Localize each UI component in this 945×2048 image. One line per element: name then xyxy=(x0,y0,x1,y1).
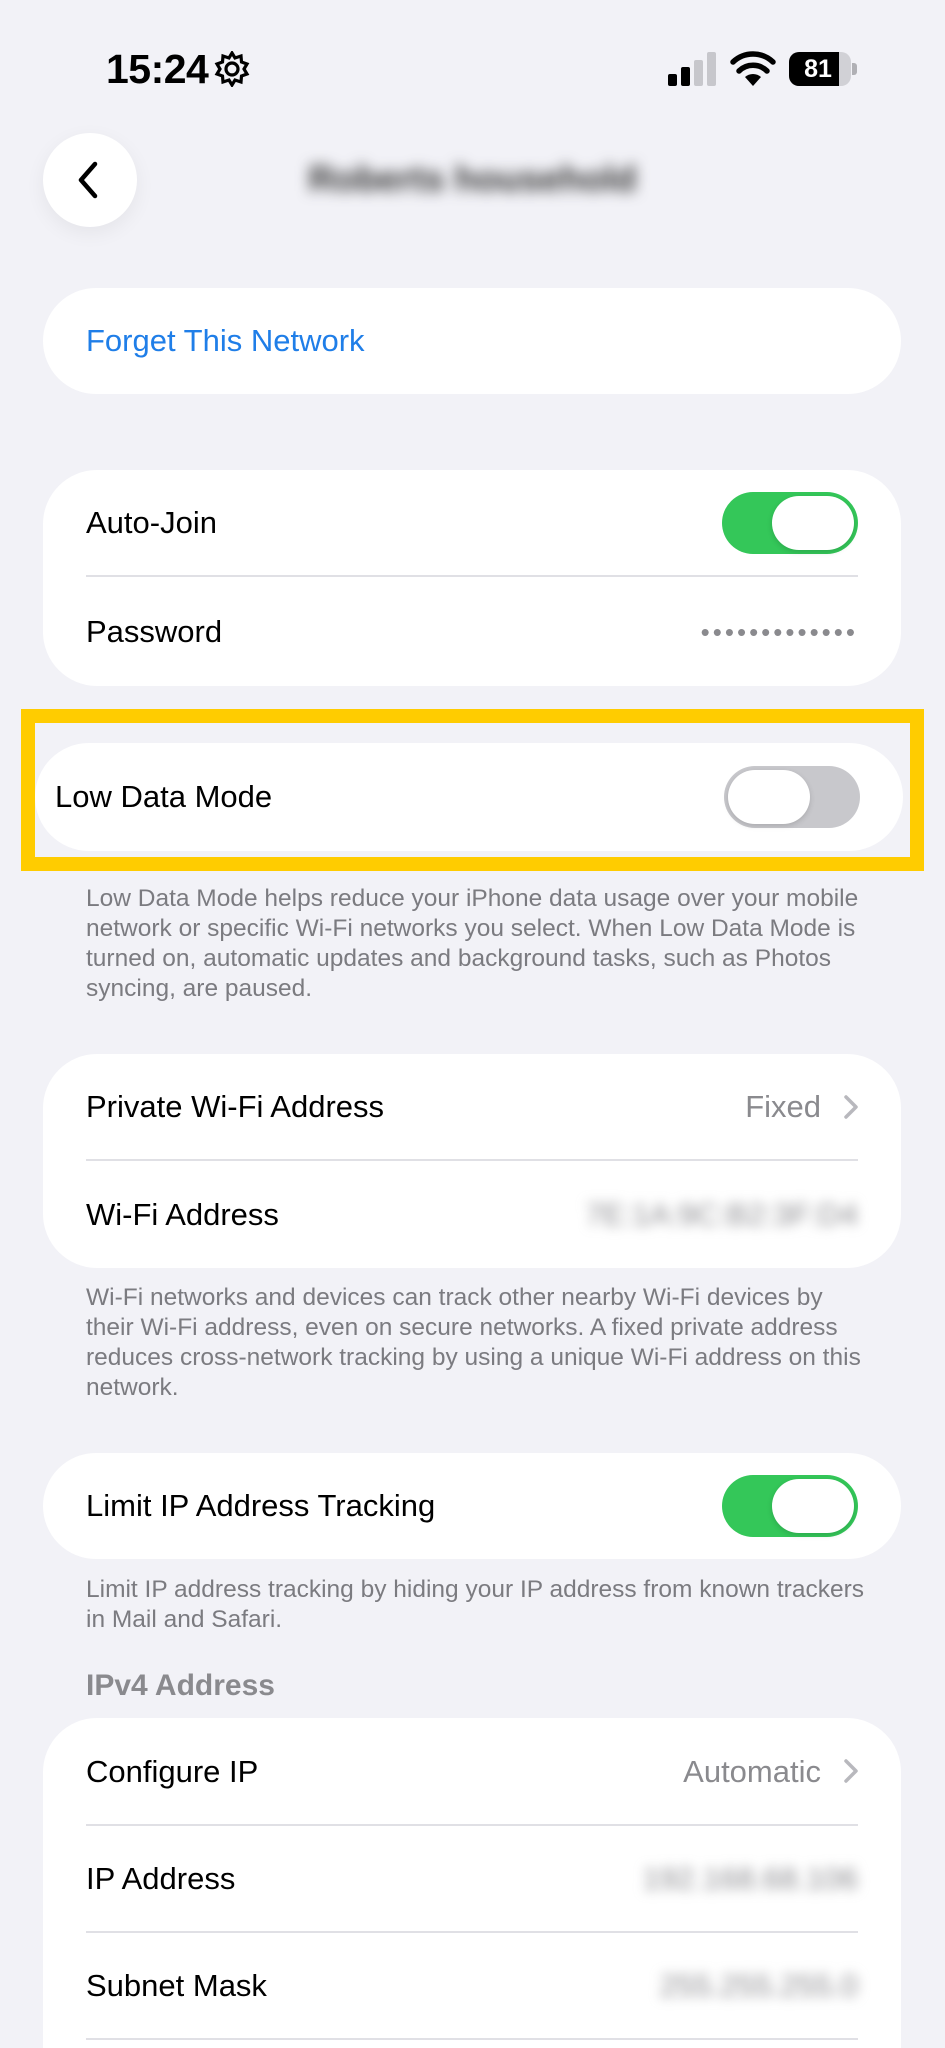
ipv4-section-header: IPv4 Address xyxy=(86,1669,275,1702)
low-data-mode-footnote: Low Data Mode helps reduce your iPhone d… xyxy=(86,885,859,1002)
subnet-mask-row: Subnet Mask 255.255.255.0 xyxy=(43,1933,901,2039)
limit-ip-footnote: Limit IP address tracking by hiding your… xyxy=(86,1576,864,1633)
wifi-address-row: Wi-Fi Address 7E:1A:9C:B2:3F:D4 xyxy=(43,1162,901,1268)
auto-join-toggle[interactable] xyxy=(722,492,858,554)
gear-icon xyxy=(214,51,250,87)
configure-ip-label: Configure IP xyxy=(86,1753,259,1789)
wifi-address-value: 7E:1A:9C:B2:3F:D4 xyxy=(585,1197,858,1232)
forget-network-button[interactable]: Forget This Network xyxy=(86,323,365,359)
private-address-footnote: Wi-Fi networks and devices can track oth… xyxy=(86,1284,861,1401)
limit-ip-card: Limit IP Address Tracking xyxy=(43,1453,901,1559)
wifi-icon xyxy=(730,51,776,86)
network-name-title: Roberts household xyxy=(308,158,637,199)
configure-ip-value: Automatic xyxy=(683,1753,821,1789)
limit-ip-tracking-toggle[interactable] xyxy=(722,1475,858,1537)
highlight-frame xyxy=(21,709,924,871)
password-row[interactable]: Password ••••••••••••• xyxy=(43,578,901,686)
password-value: ••••••••••••• xyxy=(700,616,858,647)
cellular-signal-icon xyxy=(668,52,716,86)
battery-icon: 81 xyxy=(789,52,857,86)
ip-address-label: IP Address xyxy=(86,1861,236,1896)
back-button[interactable] xyxy=(43,133,137,227)
private-wifi-address-row[interactable]: Private Wi-Fi Address Fixed xyxy=(43,1054,901,1160)
ip-address-row: IP Address 192.168.68.106 xyxy=(43,1826,901,1932)
chevron-left-icon xyxy=(78,161,98,199)
chevron-right-icon xyxy=(844,1759,858,1783)
subnet-mask-label: Subnet Mask xyxy=(86,1968,267,2003)
auto-join-row: Auto-Join xyxy=(43,470,901,576)
limit-ip-tracking-label: Limit IP Address Tracking xyxy=(86,1488,436,1523)
forget-network-card: Forget This Network xyxy=(43,288,901,394)
configure-ip-row[interactable]: Configure IP Automatic xyxy=(43,1718,901,1825)
auto-join-label: Auto-Join xyxy=(86,505,217,540)
ipv4-card: Configure IP Automatic IP Address 192.16… xyxy=(43,1718,901,2048)
password-label: Password xyxy=(86,614,223,649)
ip-address-value: 192.168.68.106 xyxy=(642,1861,859,1896)
status-time: 15:24 xyxy=(106,46,209,92)
private-wifi-address-value: Fixed xyxy=(745,1089,821,1124)
subnet-mask-value: 255.255.255.0 xyxy=(659,1968,858,2003)
chevron-right-icon xyxy=(844,1095,858,1119)
wifi-address-label: Wi-Fi Address xyxy=(86,1197,279,1232)
private-address-card: Private Wi-Fi Address Fixed Wi-Fi Addres… xyxy=(43,1054,901,1268)
join-settings-card: Auto-Join Password ••••••••••••• xyxy=(43,470,901,686)
status-bar: 15:24 81 xyxy=(0,0,945,120)
battery-level: 81 xyxy=(804,55,832,83)
private-wifi-address-label: Private Wi-Fi Address xyxy=(86,1089,385,1124)
